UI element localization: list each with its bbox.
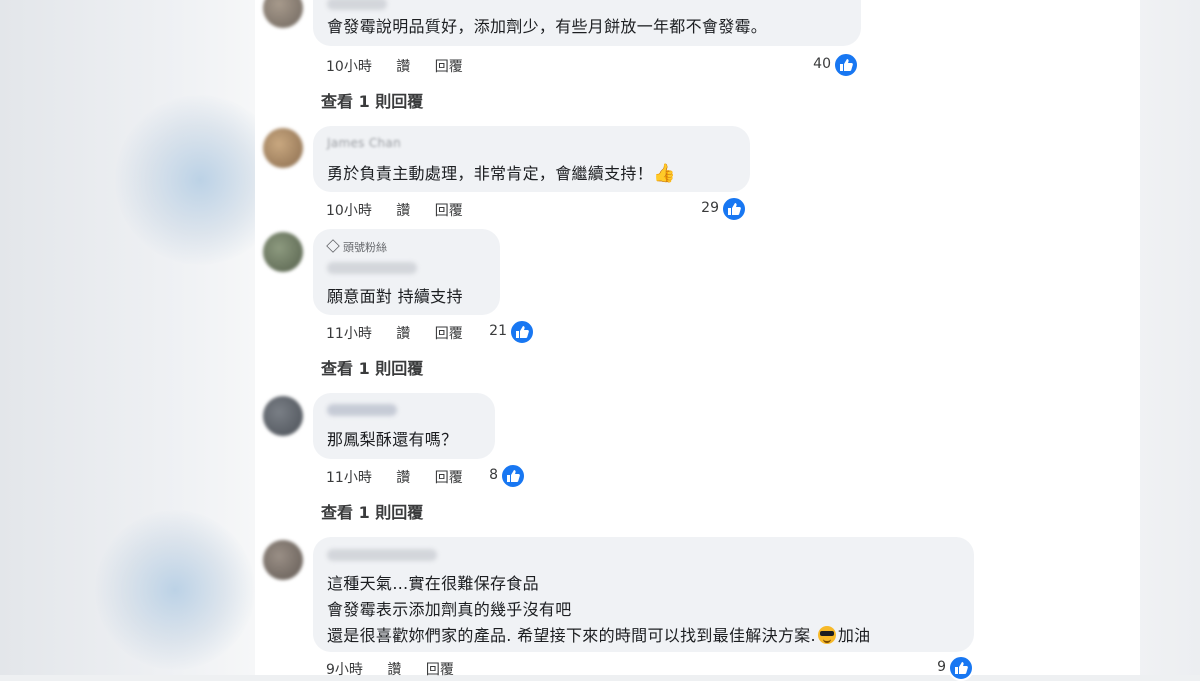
comment-actions: 10小時 讚 回覆 xyxy=(326,56,463,76)
comment-text-end: 加油 xyxy=(837,626,871,645)
comment-text: 會發霉說明品質好，添加劑少，有些月餅放一年都不會發霉。 xyxy=(327,17,768,36)
author-name-blurred xyxy=(327,262,417,274)
author-name[interactable]: James Chan xyxy=(327,136,401,150)
like-button[interactable]: 讚 xyxy=(387,662,401,678)
comment-time[interactable]: 11小時 xyxy=(326,326,372,342)
view-replies-link[interactable]: 查看 1 則回覆 xyxy=(321,88,423,112)
avatar[interactable] xyxy=(263,540,303,580)
comment-text-content: 勇於負責主動處理，非常肯定，會繼續支持！ xyxy=(327,164,654,183)
like-count[interactable]: 8 xyxy=(458,467,498,483)
view-replies-link[interactable]: 查看 1 則回覆 xyxy=(321,499,423,523)
like-icon xyxy=(948,655,974,681)
comment-actions: 9小時 讚 回覆 xyxy=(326,659,454,679)
comment-text: 願意面對 持續支持 xyxy=(327,287,463,306)
like-icon xyxy=(833,52,859,78)
reply-button[interactable]: 回覆 xyxy=(435,59,463,75)
comment-time[interactable]: 9小時 xyxy=(326,662,363,678)
comment-text: 那鳳梨酥還有嗎？ xyxy=(327,430,458,449)
comment-actions: 10小時 讚 回覆 xyxy=(326,200,463,220)
comment-text-line: 這種天氣…實在很難保存食品 xyxy=(327,574,539,593)
diamond-icon xyxy=(326,239,340,253)
avatar[interactable] xyxy=(263,396,303,436)
like-count[interactable]: 40 xyxy=(791,56,831,72)
like-icon xyxy=(721,196,747,222)
like-button[interactable]: 讚 xyxy=(396,59,410,75)
comment-text-content: 還是很喜歡妳們家的產品. 希望接下來的時間可以找到最佳解決方案. xyxy=(327,626,816,645)
comment-actions: 11小時 讚 回覆 xyxy=(326,467,463,487)
like-count[interactable]: 21 xyxy=(467,323,507,339)
reply-button[interactable]: 回覆 xyxy=(435,326,463,342)
top-fan-badge: 頭號粉絲 xyxy=(326,239,387,255)
reply-button[interactable]: 回覆 xyxy=(435,203,463,219)
blurred-shape xyxy=(95,510,255,670)
sunglasses-emoji-icon xyxy=(817,626,836,644)
view-replies-link[interactable]: 查看 1 則回覆 xyxy=(321,355,423,379)
comment-time[interactable]: 10小時 xyxy=(326,203,372,219)
blurred-left-background xyxy=(0,0,285,675)
like-button[interactable]: 讚 xyxy=(396,470,410,486)
comment-text-line: 會發霉表示添加劑真的幾乎沒有吧 xyxy=(327,600,572,619)
author-name-blurred xyxy=(327,404,397,416)
thumbs-up-emoji-icon: 👍 xyxy=(653,163,676,184)
author-name-blurred xyxy=(327,549,437,561)
like-button[interactable]: 讚 xyxy=(396,203,410,219)
like-count[interactable]: 9 xyxy=(906,659,946,675)
like-icon xyxy=(500,463,526,489)
reply-button[interactable]: 回覆 xyxy=(426,662,454,678)
comment-text: 勇於負責主動處理，非常肯定，會繼續支持！👍 xyxy=(327,160,676,184)
badge-label: 頭號粉絲 xyxy=(343,241,387,254)
like-count[interactable]: 29 xyxy=(679,200,719,216)
avatar[interactable] xyxy=(263,232,303,272)
avatar[interactable] xyxy=(263,128,303,168)
like-icon xyxy=(509,319,535,345)
comment-text-line: 還是很喜歡妳們家的產品. 希望接下來的時間可以找到最佳解決方案. 加油 xyxy=(327,622,870,646)
comment-actions: 11小時 讚 回覆 xyxy=(326,323,463,343)
author-name-blurred xyxy=(327,0,387,10)
like-button[interactable]: 讚 xyxy=(396,326,410,342)
comment-time[interactable]: 11小時 xyxy=(326,470,372,486)
comment-time[interactable]: 10小時 xyxy=(326,59,372,75)
